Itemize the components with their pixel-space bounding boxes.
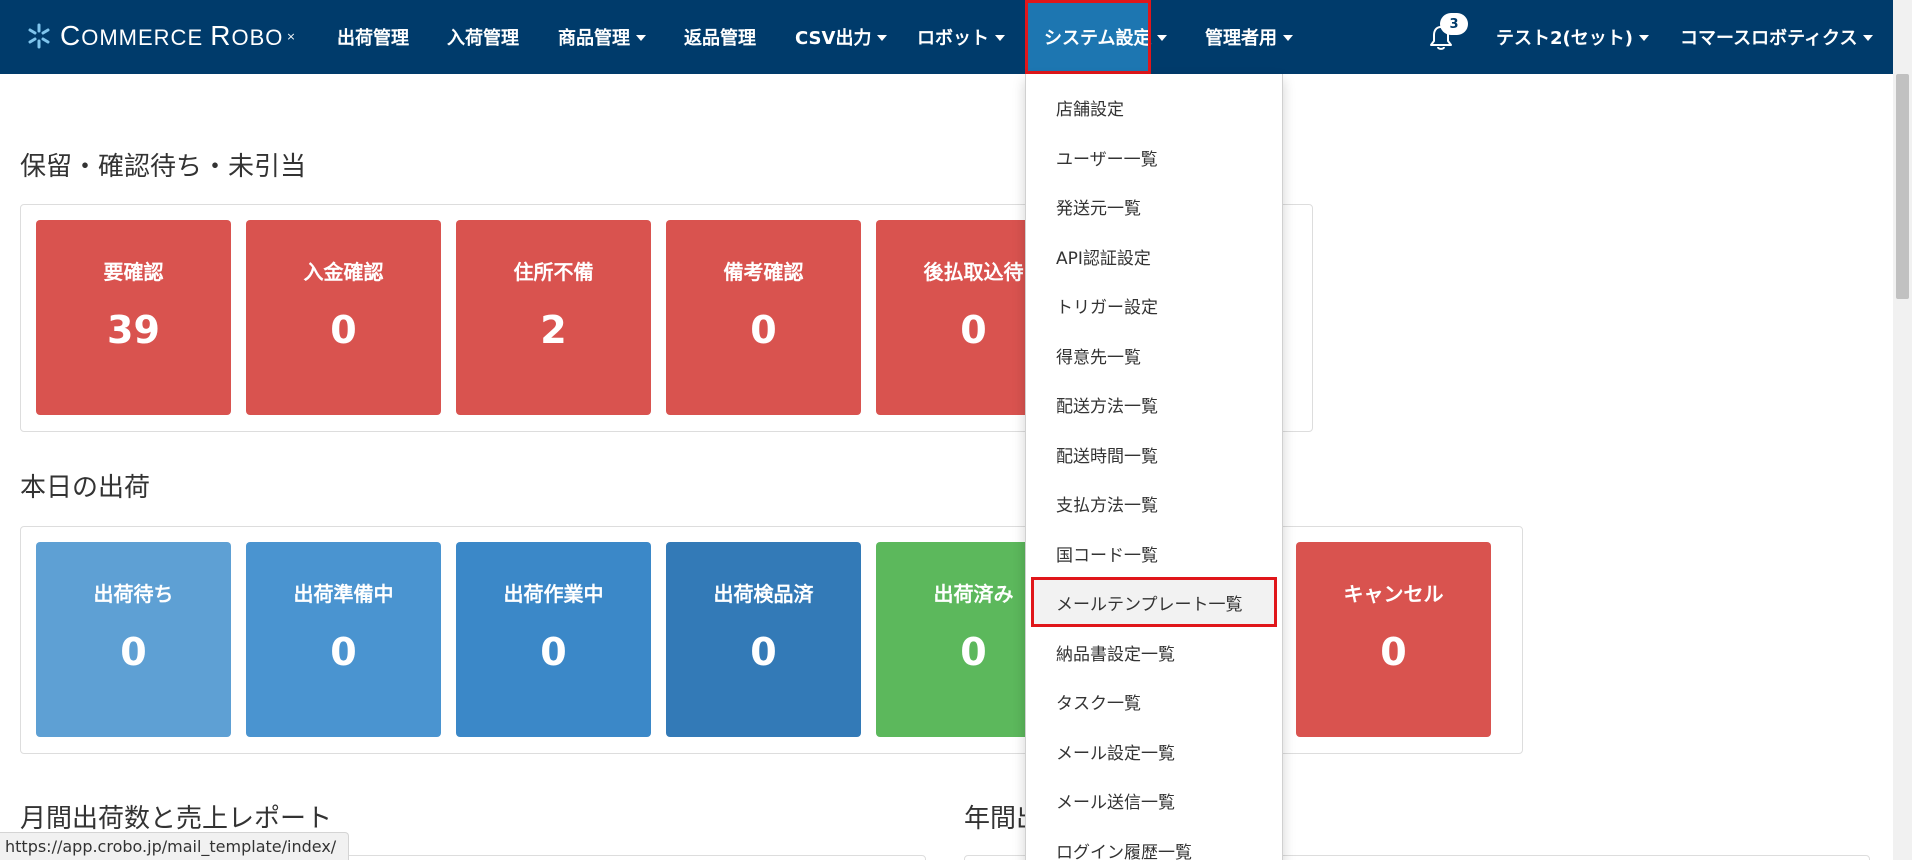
chevron-down-icon — [877, 35, 888, 41]
tile-needs-confirmation[interactable]: 要確認 39 — [36, 220, 231, 415]
chevron-down-icon — [995, 35, 1005, 41]
tile-remarks-check[interactable]: 備考確認 0 — [666, 220, 861, 415]
chevron-down-icon — [1157, 35, 1168, 41]
monthly-report-title: 月間出荷数と売上レポート — [20, 804, 333, 834]
tile-count: 2 — [540, 308, 567, 352]
user-menu[interactable]: テスト2(セット) — [1496, 0, 1649, 74]
pending-section-title: 保留・確認待ち・未引当 — [20, 152, 307, 182]
chevron-down-icon — [1283, 35, 1293, 41]
tile-preparing-shipment[interactable]: 出荷準備中 0 — [246, 542, 441, 737]
brand-name: COMMERCE ROBO — [60, 20, 284, 51]
tile-count: 39 — [107, 308, 160, 352]
nav-returns[interactable]: 返品管理 — [684, 0, 756, 74]
brand-mark-suffix: × — [286, 29, 296, 43]
menu-item-user-list[interactable]: ユーザー一覧 — [1026, 132, 1282, 182]
tile-count: 0 — [330, 308, 357, 352]
scrollbar-thumb[interactable] — [1896, 74, 1909, 299]
menu-item-delivery-note-settings[interactable]: 納品書設定一覧 — [1026, 627, 1282, 677]
company-menu[interactable]: コマースロボティクス — [1680, 0, 1874, 74]
nav-csv-export[interactable]: CSV出力 — [795, 0, 888, 74]
link-preview-url: https://app.crobo.jp/mail_template/index… — [0, 832, 350, 860]
tile-count: 0 — [120, 630, 147, 674]
nav-products[interactable]: 商品管理 — [558, 0, 646, 74]
chevron-down-icon — [1638, 35, 1649, 41]
tile-count: 0 — [540, 630, 567, 674]
brand-logo[interactable]: COMMERCE ROBO × — [24, 18, 296, 54]
menu-item-customer-list[interactable]: 得意先一覧 — [1026, 330, 1282, 380]
tile-count: 0 — [750, 308, 777, 352]
menu-item-store-settings[interactable]: 店舗設定 — [1026, 82, 1282, 132]
menu-item-payment-method-list[interactable]: 支払方法一覧 — [1026, 478, 1282, 528]
nav-system-settings[interactable]: システム設定 — [1025, 0, 1168, 74]
tile-count: 0 — [1380, 630, 1407, 674]
tile-address-incomplete[interactable]: 住所不備 2 — [456, 220, 651, 415]
system-settings-dropdown: 店舗設定 ユーザー一覧 発送元一覧 API認証設定 トリガー設定 得意先一覧 配… — [1025, 74, 1283, 860]
nav-admin[interactable]: 管理者用 — [1205, 0, 1293, 74]
nav-shipping[interactable]: 出荷管理 — [337, 0, 409, 74]
nav-receiving[interactable]: 入荷管理 — [447, 0, 519, 74]
menu-item-delivery-time-list[interactable]: 配送時間一覧 — [1026, 429, 1282, 479]
top-navbar: COMMERCE ROBO × 出荷管理 入荷管理 商品管理 返品管理 CSV出… — [0, 0, 1912, 74]
menu-item-trigger-settings[interactable]: トリガー設定 — [1026, 280, 1282, 330]
menu-item-mail-template-list[interactable]: メールテンプレート一覧 — [1031, 577, 1277, 627]
tile-payment-confirmation[interactable]: 入金確認 0 — [246, 220, 441, 415]
tile-count: 0 — [330, 630, 357, 674]
chevron-down-icon — [1863, 35, 1874, 41]
tile-count: 0 — [750, 630, 777, 674]
menu-item-country-code-list[interactable]: 国コード一覧 — [1026, 528, 1282, 578]
menu-item-login-history[interactable]: ログイン履歴一覧 — [1026, 825, 1282, 860]
menu-item-mail-settings-list[interactable]: メール設定一覧 — [1026, 726, 1282, 776]
menu-item-api-auth-settings[interactable]: API認証設定 — [1026, 231, 1282, 281]
menu-item-mail-send-list[interactable]: メール送信一覧 — [1026, 775, 1282, 825]
menu-item-sender-list[interactable]: 発送元一覧 — [1026, 181, 1282, 231]
menu-item-delivery-method-list[interactable]: 配送方法一覧 — [1026, 379, 1282, 429]
tile-inspected[interactable]: 出荷検品済 0 — [666, 542, 861, 737]
tile-waiting-shipment[interactable]: 出荷待ち 0 — [36, 542, 231, 737]
nav-robot[interactable]: ロボット — [917, 0, 1005, 74]
menu-item-task-list[interactable]: タスク一覧 — [1026, 676, 1282, 726]
today-section-title: 本日の出荷 — [20, 473, 151, 503]
notification-badge: 3 — [1440, 13, 1468, 35]
tile-shipping-in-progress[interactable]: 出荷作業中 0 — [456, 542, 651, 737]
chevron-down-icon — [636, 35, 646, 41]
tile-cancelled[interactable]: キャンセル 0 — [1296, 542, 1491, 737]
logo-icon — [28, 23, 50, 49]
